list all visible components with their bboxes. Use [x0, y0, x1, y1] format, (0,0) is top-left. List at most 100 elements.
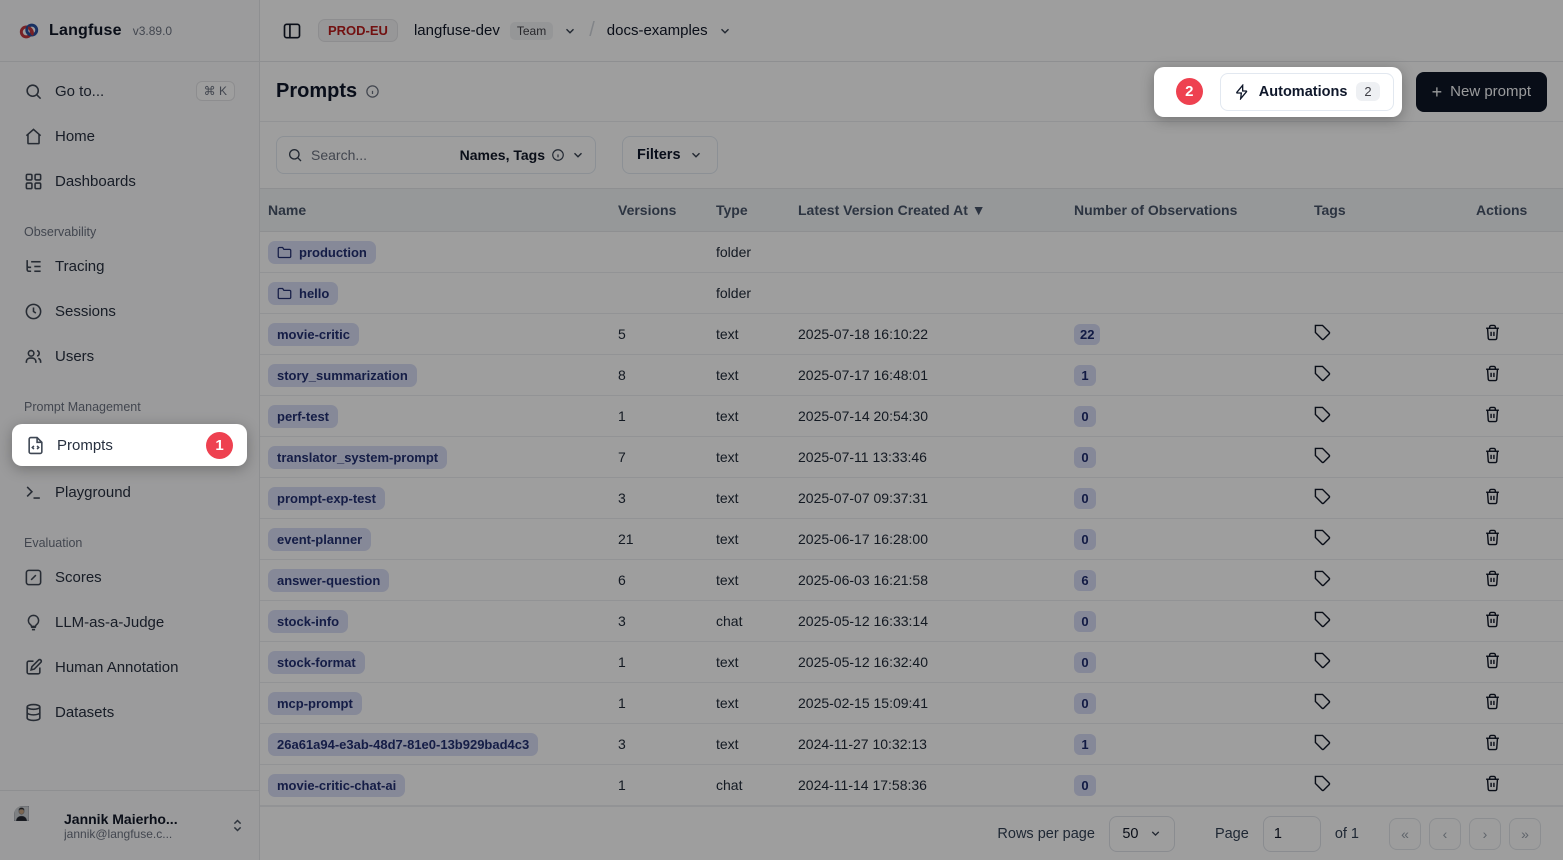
prompt-name-pill[interactable]: hello [268, 282, 338, 305]
page-number-input[interactable] [1263, 816, 1321, 852]
table-row[interactable]: event-planner 21 text 2025-06-17 16:28:0… [260, 519, 1563, 560]
table-row[interactable]: stock-format 1 text 2025-05-12 16:32:40 … [260, 642, 1563, 683]
sidebar-item-sessions[interactable]: Sessions [12, 292, 247, 330]
tag-icon[interactable] [1314, 693, 1331, 710]
type-cell: text [708, 326, 790, 342]
info-icon[interactable] [365, 84, 380, 99]
type-cell: text [708, 654, 790, 670]
sidebar-item-tracing[interactable]: Tracing [12, 247, 247, 285]
column-header-name[interactable]: Name [260, 202, 610, 218]
trash-icon[interactable] [1484, 652, 1501, 669]
table-row[interactable]: perf-test 1 text 2025-07-14 20:54:30 0 [260, 396, 1563, 437]
table-row[interactable]: answer-question 6 text 2025-06-03 16:21:… [260, 560, 1563, 601]
created-at-cell: 2025-06-17 16:28:00 [790, 531, 1066, 547]
tag-icon[interactable] [1314, 406, 1331, 423]
prompt-name-pill[interactable]: prompt-exp-test [268, 487, 385, 510]
created-at-cell: 2025-07-07 09:37:31 [790, 490, 1066, 506]
trash-icon[interactable] [1484, 693, 1501, 710]
column-header-versions[interactable]: Versions [610, 202, 708, 218]
next-page-button[interactable]: › [1469, 818, 1501, 850]
sidebar-item-goto[interactable]: Go to... ⌘ K [12, 72, 247, 110]
sidebar-item-dashboards[interactable]: Dashboards [12, 162, 247, 200]
search-input[interactable] [311, 147, 452, 163]
prompt-name-pill[interactable]: event-planner [268, 528, 371, 551]
prompt-name-pill[interactable]: mcp-prompt [268, 692, 362, 715]
table-row[interactable]: prompt-exp-test 3 text 2025-07-07 09:37:… [260, 478, 1563, 519]
prompt-name-pill[interactable]: movie-critic [268, 323, 359, 346]
prompt-name-pill[interactable]: perf-test [268, 405, 338, 428]
last-page-button[interactable]: » [1509, 818, 1541, 850]
table-row[interactable]: story_summarization 8 text 2025-07-17 16… [260, 355, 1563, 396]
first-page-button[interactable]: « [1389, 818, 1421, 850]
tag-icon[interactable] [1314, 324, 1331, 341]
table-row[interactable]: movie-critic-chat-ai 1 chat 2024-11-14 1… [260, 765, 1563, 806]
filters-button[interactable]: Filters [622, 136, 718, 174]
chevron-down-icon[interactable] [718, 24, 732, 38]
automations-button[interactable]: Automations 2 [1220, 73, 1394, 111]
tag-icon[interactable] [1314, 529, 1331, 546]
prompt-name-pill[interactable]: answer-question [268, 569, 389, 592]
trash-icon[interactable] [1484, 611, 1501, 628]
trash-icon[interactable] [1484, 447, 1501, 464]
sidebar-item-llm-judge[interactable]: LLM-as-a-Judge [12, 603, 247, 641]
sidebar-item-datasets[interactable]: Datasets [12, 693, 247, 731]
prompt-name-pill[interactable]: 26a61a94-e3ab-48d7-81e0-13b929bad4c3 [268, 733, 538, 756]
sidebar-toggle-button[interactable] [276, 15, 308, 47]
project-breadcrumb[interactable]: docs-examples [607, 22, 708, 39]
versions-cell: 8 [610, 367, 708, 383]
prompt-name-pill[interactable]: stock-format [268, 651, 365, 674]
trash-icon[interactable] [1484, 734, 1501, 751]
tag-icon[interactable] [1314, 488, 1331, 505]
org-breadcrumb[interactable]: langfuse-dev [414, 22, 500, 39]
table-row[interactable]: hello folder [260, 273, 1563, 314]
sidebar-item-human-annotation[interactable]: Human Annotation [12, 648, 247, 686]
pagination-footer: Rows per page 50 Page of 1 « ‹ › » [260, 806, 1563, 860]
column-header-type[interactable]: Type [708, 202, 790, 218]
rows-per-page-select[interactable]: 50 [1109, 816, 1175, 852]
trash-icon[interactable] [1484, 324, 1501, 341]
trash-icon[interactable] [1484, 529, 1501, 546]
tag-icon[interactable] [1314, 447, 1331, 464]
created-at-cell: 2025-02-15 15:09:41 [790, 695, 1066, 711]
table-row[interactable]: mcp-prompt 1 text 2025-02-15 15:09:41 0 [260, 683, 1563, 724]
tag-icon[interactable] [1314, 775, 1331, 792]
prompt-name-pill[interactable]: story_summarization [268, 364, 417, 387]
user-menu[interactable]: Jannik Maierho... jannik@langfuse.c... [0, 790, 259, 860]
table-row[interactable]: stock-info 3 chat 2025-05-12 16:33:14 0 [260, 601, 1563, 642]
column-header-created[interactable]: Latest Version Created At ▼ [790, 202, 1066, 218]
prompt-name-pill[interactable]: production [268, 241, 376, 264]
prompt-name-pill[interactable]: translator_system-prompt [268, 446, 447, 469]
table-row[interactable]: translator_system-prompt 7 text 2025-07-… [260, 437, 1563, 478]
table-row[interactable]: movie-critic 5 text 2025-07-18 16:10:22 … [260, 314, 1563, 355]
trash-icon[interactable] [1484, 570, 1501, 587]
search-scope-dropdown[interactable]: Names, Tags [460, 147, 585, 163]
chevron-down-icon[interactable] [563, 24, 577, 38]
prev-page-button[interactable]: ‹ [1429, 818, 1461, 850]
prompt-name-pill[interactable]: movie-critic-chat-ai [268, 774, 405, 797]
versions-cell: 3 [610, 613, 708, 629]
sidebar-item-users[interactable]: Users [12, 337, 247, 375]
rows-per-page-label: Rows per page [997, 826, 1095, 842]
sidebar-item-prompts[interactable]: Prompts 1 [14, 426, 245, 464]
sidebar-item-playground[interactable]: Playground [12, 473, 247, 511]
created-at-cell: 2025-06-03 16:21:58 [790, 572, 1066, 588]
new-prompt-button[interactable]: + New prompt [1416, 72, 1547, 112]
trash-icon[interactable] [1484, 488, 1501, 505]
trash-icon[interactable] [1484, 365, 1501, 382]
prompt-name: answer-question [277, 573, 380, 588]
tag-icon[interactable] [1314, 734, 1331, 751]
tag-icon[interactable] [1314, 570, 1331, 587]
sidebar-item-scores[interactable]: Scores [12, 558, 247, 596]
column-header-tags[interactable]: Tags [1306, 202, 1468, 218]
trash-icon[interactable] [1484, 775, 1501, 792]
tag-icon[interactable] [1314, 365, 1331, 382]
database-icon [24, 703, 43, 722]
trash-icon[interactable] [1484, 406, 1501, 423]
table-row[interactable]: production folder [260, 232, 1563, 273]
column-header-observations[interactable]: Number of Observations [1066, 202, 1306, 218]
tag-icon[interactable] [1314, 652, 1331, 669]
sidebar-item-home[interactable]: Home [12, 117, 247, 155]
table-row[interactable]: 26a61a94-e3ab-48d7-81e0-13b929bad4c3 3 t… [260, 724, 1563, 765]
tag-icon[interactable] [1314, 611, 1331, 628]
prompt-name-pill[interactable]: stock-info [268, 610, 348, 633]
